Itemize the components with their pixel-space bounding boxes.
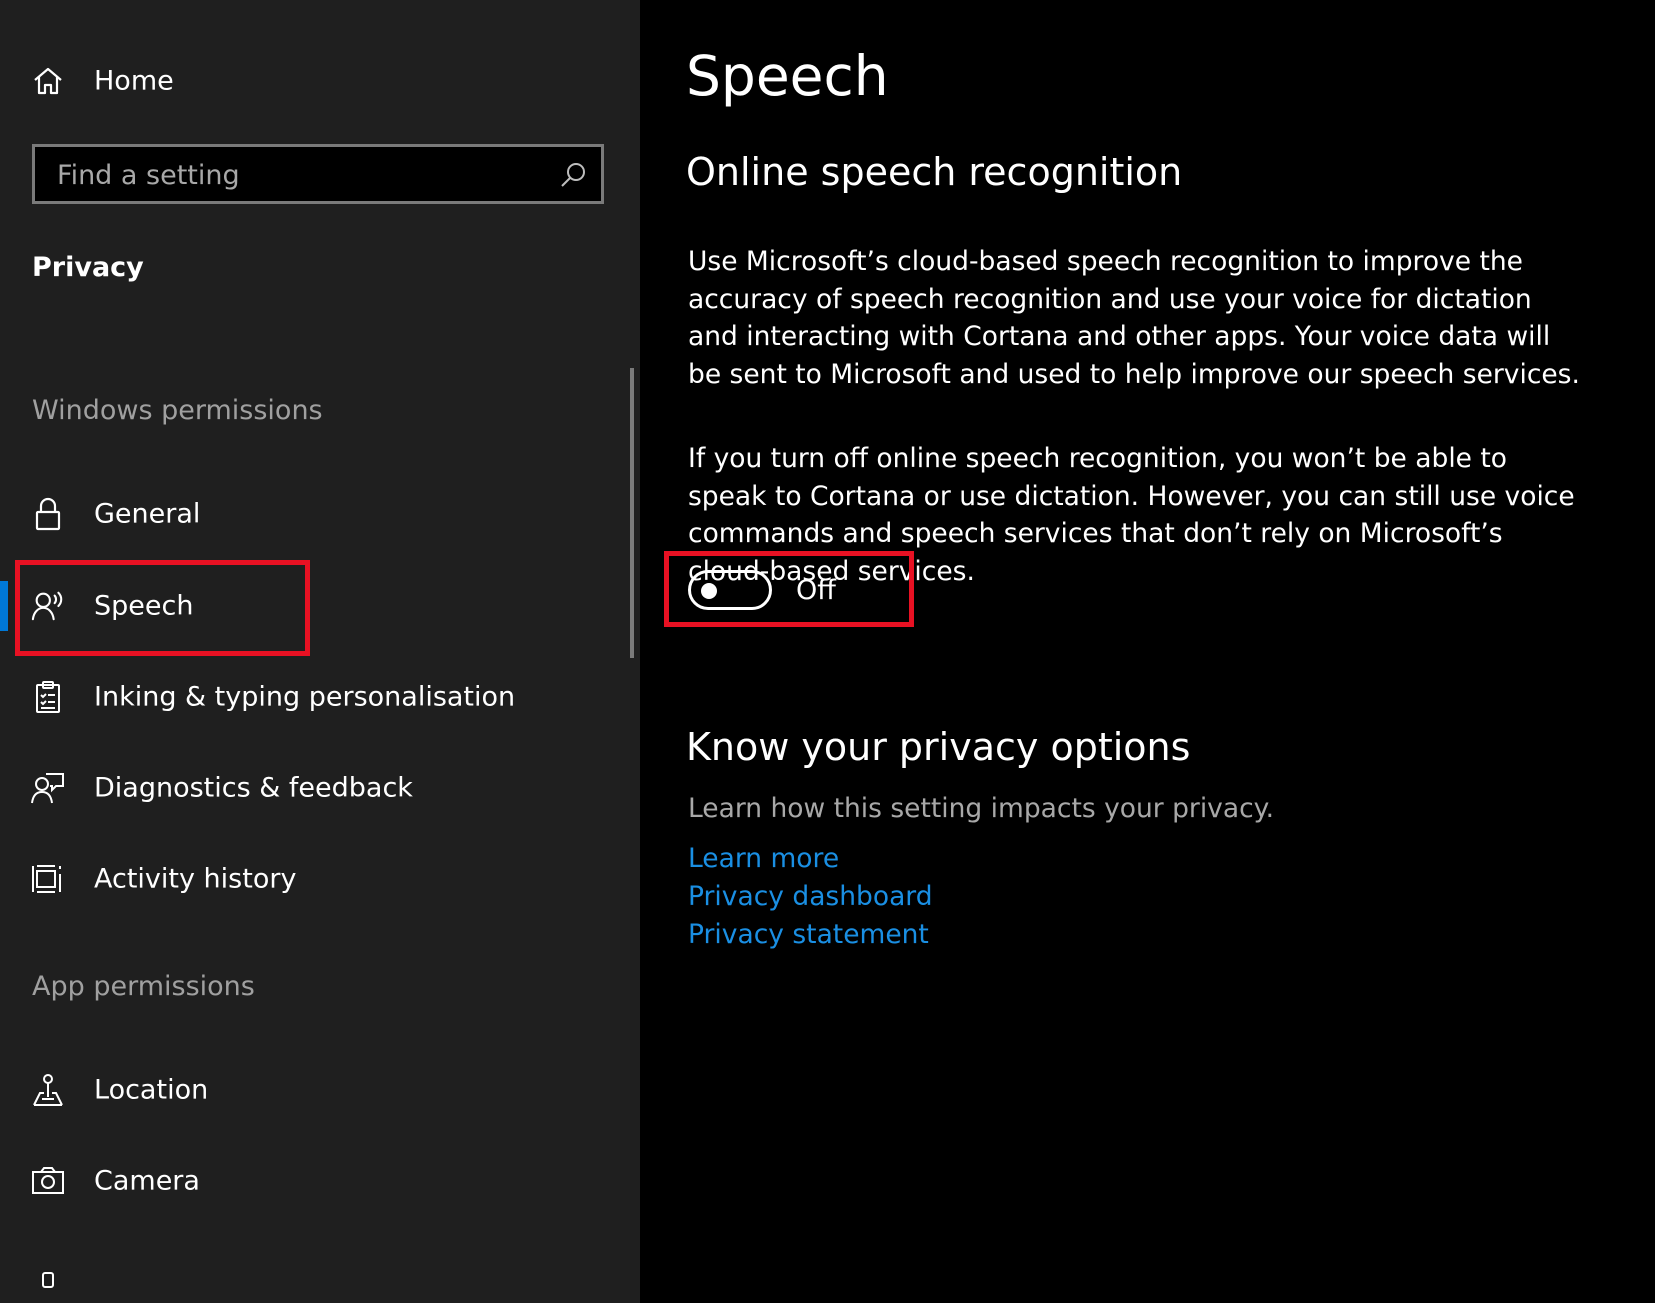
online-speech-toggle-row[interactable]: Off — [688, 568, 836, 612]
clipboard-checklist-icon — [31, 680, 65, 714]
windows-permissions-header: Windows permissions — [32, 395, 323, 426]
feedback-person-icon — [31, 771, 65, 805]
toggle-knob — [701, 583, 717, 599]
privacy-options-heading: Know your privacy options — [686, 725, 1191, 769]
partial-icon — [31, 1271, 65, 1303]
sidebar-item-camera[interactable]: Camera — [0, 1146, 620, 1216]
sidebar-item-diagnostics[interactable]: Diagnostics & feedback — [0, 753, 620, 823]
speech-icon — [31, 589, 65, 623]
privacy-statement-link[interactable]: Privacy statement — [688, 919, 929, 950]
lock-icon — [31, 497, 65, 531]
location-icon — [31, 1073, 65, 1107]
sidebar-item-label: Camera — [94, 1165, 200, 1197]
settings-window: Home Privacy Windows permissions General — [0, 0, 1655, 1303]
page-title: Speech — [686, 44, 889, 108]
online-speech-description: Use Microsoft’s cloud-based speech recog… — [688, 246, 1580, 390]
privacy-options-description: Learn how this setting impacts your priv… — [688, 793, 1275, 824]
sidebar-item-label: Speech — [94, 590, 194, 622]
search-box[interactable] — [32, 144, 604, 204]
app-permissions-header: App permissions — [32, 971, 255, 1002]
online-speech-heading: Online speech recognition — [686, 150, 1183, 194]
sidebar-item-label: Inking & typing personalisation — [94, 681, 516, 713]
sidebar-item-label: Diagnostics & feedback — [94, 772, 413, 804]
toggle-state-label: Off — [796, 574, 836, 606]
sidebar-item-location[interactable]: Location — [0, 1055, 620, 1125]
sidebar-item-speech[interactable]: Speech — [0, 571, 620, 641]
learn-more-link[interactable]: Learn more — [688, 843, 839, 874]
sidebar-item-partial[interactable] — [0, 1270, 620, 1303]
activity-history-icon — [31, 862, 65, 896]
search-input[interactable] — [55, 147, 559, 203]
sidebar-item-general[interactable]: General — [0, 479, 620, 549]
privacy-dashboard-link[interactable]: Privacy dashboard — [688, 881, 933, 912]
sidebar-item-label: Activity history — [94, 863, 297, 895]
home-nav-item[interactable]: Home — [0, 46, 620, 116]
section-title: Privacy — [32, 252, 144, 283]
main-content: Speech Online speech recognition Use Mic… — [640, 0, 1655, 1303]
sidebar-item-label: General — [94, 498, 201, 530]
home-label: Home — [94, 65, 174, 97]
sidebar-item-inking[interactable]: Inking & typing personalisation — [0, 662, 620, 732]
home-icon — [31, 64, 65, 98]
search-icon[interactable] — [559, 161, 587, 189]
sidebar-scrollbar[interactable] — [630, 368, 634, 658]
sidebar-item-activity-history[interactable]: Activity history — [0, 844, 620, 914]
camera-icon — [31, 1164, 65, 1198]
sidebar: Home Privacy Windows permissions General — [0, 0, 640, 1303]
sidebar-item-label: Location — [94, 1074, 209, 1106]
online-speech-toggle[interactable] — [688, 570, 772, 610]
